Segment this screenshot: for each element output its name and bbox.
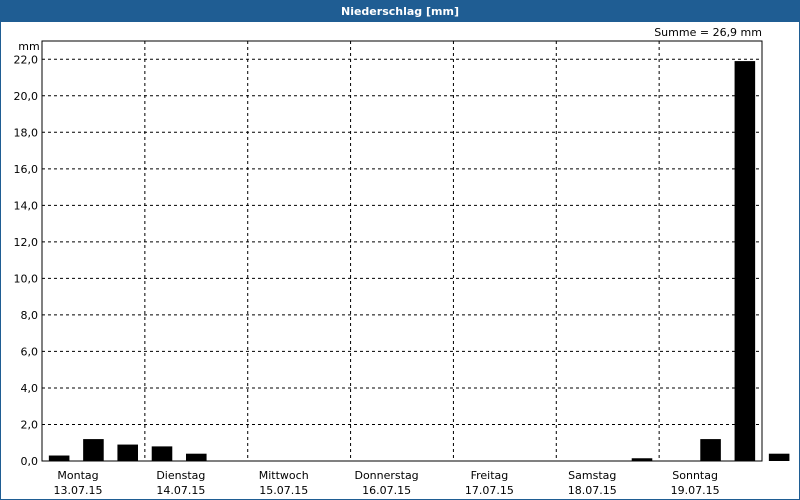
y-tick-label: 0,0 bbox=[21, 455, 39, 468]
y-tick-label: 2,0 bbox=[21, 418, 39, 431]
x-day-name-label: Mittwoch bbox=[259, 469, 309, 482]
x-day-name-label: Donnerstag bbox=[354, 469, 418, 482]
axes-layer bbox=[41, 40, 763, 462]
bars-layer bbox=[48, 61, 790, 462]
y-tick-label: 8,0 bbox=[21, 309, 39, 322]
y-tick-label: 6,0 bbox=[21, 345, 39, 358]
precipitation-bar bbox=[700, 439, 721, 461]
x-day-date-label: 14.07.15 bbox=[156, 484, 205, 497]
y-tick-label: 4,0 bbox=[21, 382, 39, 395]
precipitation-bar bbox=[117, 444, 138, 461]
x-day-name-label: Sonntag bbox=[672, 469, 718, 482]
x-day-name-label: Dienstag bbox=[156, 469, 205, 482]
precipitation-bar bbox=[734, 61, 756, 462]
x-day-name-label: Samstag bbox=[568, 469, 616, 482]
x-day-date-label: 18.07.15 bbox=[568, 484, 617, 497]
y-tick-label: 14,0 bbox=[14, 199, 39, 212]
precipitation-bar bbox=[768, 453, 790, 461]
summary-label: Summe = 26,9 mm bbox=[654, 26, 762, 39]
x-day-name-label: Montag bbox=[57, 469, 98, 482]
y-tick-label: 18,0 bbox=[14, 126, 39, 139]
grid-layer bbox=[42, 41, 762, 461]
x-day-date-label: 16.07.15 bbox=[362, 484, 411, 497]
y-tick-label: 10,0 bbox=[14, 272, 39, 285]
x-day-name-label: Freitag bbox=[471, 469, 509, 482]
precipitation-bar bbox=[151, 446, 173, 461]
labels-layer: 0,0 2,0 4,0 6,0 8,0 10,0 12,0 14,0 16,0 18,0 20,0 2… bbox=[14, 26, 763, 497]
y-tick-label: 20,0 bbox=[14, 90, 39, 103]
y-tick-label: 22,0 bbox=[14, 53, 39, 66]
y-tick-label: 12,0 bbox=[14, 236, 39, 249]
x-day-date-label: 19.07.15 bbox=[671, 484, 720, 497]
precipitation-bar bbox=[48, 455, 70, 461]
precipitation-bar bbox=[186, 453, 207, 461]
x-day-date-label: 13.07.15 bbox=[54, 484, 103, 497]
plot-frame bbox=[41, 40, 763, 462]
precipitation-chart: 0,0 2,0 4,0 6,0 8,0 10,0 12,0 14,0 16,0 18,0 20,0 2… bbox=[14, 26, 790, 497]
y-axis-unit-label: mm bbox=[18, 40, 39, 53]
x-day-date-label: 17.07.15 bbox=[465, 484, 514, 497]
x-day-date-label: 15.07.15 bbox=[259, 484, 308, 497]
precipitation-bar bbox=[83, 439, 104, 461]
y-tick-label: 16,0 bbox=[14, 163, 39, 176]
